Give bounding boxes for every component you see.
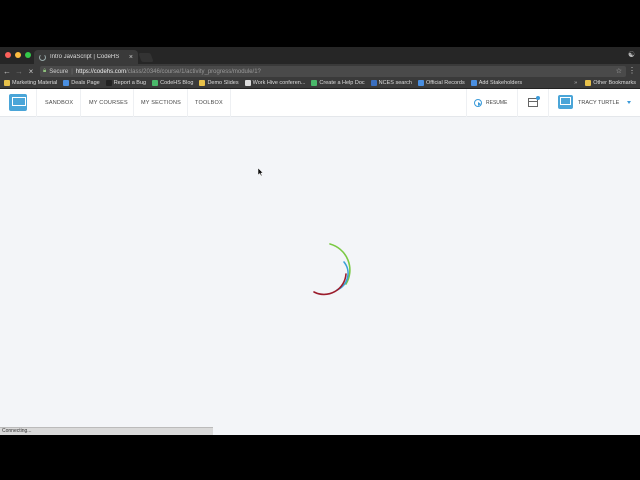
secure-label: Secure [49,68,69,75]
nav-toolbox[interactable]: TOOLBOX [195,89,223,117]
browser-tab[interactable]: Intro JavaScript | CodeHS × [34,50,138,64]
bookmark-item[interactable]: Demo Slides [199,80,239,86]
nav-my-sections[interactable]: MY SECTIONS [141,89,181,117]
window-controls [5,52,31,58]
chevron-right-icon[interactable]: » [574,80,577,86]
bookmark-favicon-icon [63,80,70,86]
nav-sandbox[interactable]: SANDBOX [45,89,73,117]
chevron-down-icon[interactable] [627,101,631,104]
loading-spinner [313,243,351,296]
nav-my-courses[interactable]: MY COURSES [89,89,128,117]
bookmarks-bar: Marketing Material Deals Page Report a Bug… [0,78,640,89]
bookmark-label: Add Stakeholders [478,80,523,86]
bookmark-label: Report a Bug [113,80,147,86]
browser-menu-icon[interactable]: ⋮ [628,66,636,75]
bookmark-item[interactable]: CodeHS Blog [152,80,193,86]
bookmark-item[interactable]: Create a Help Doc [311,80,365,86]
close-tab-icon[interactable]: × [129,54,133,61]
bookmark-item[interactable]: Marketing Material [4,80,57,86]
browser-window: Intro JavaScript | CodeHS × ☯ ← → × 🔒︎ S… [0,47,640,435]
url-path: /class/20346/course/1/activity_progress/… [126,68,261,75]
bookmark-label: Deals Page [71,80,100,86]
bookmark-item[interactable]: Add Stakeholders [470,80,523,86]
status-bubble: Connecting... [0,427,213,435]
avatar[interactable] [558,95,573,109]
bookmark-favicon-icon [470,80,477,86]
bookmark-item[interactable]: Official Records [417,80,465,86]
bookmark-favicon-icon [417,80,424,86]
codehs-logo[interactable] [9,94,27,111]
nav-divider [133,89,134,117]
folder-icon [585,80,592,86]
user-name[interactable]: TRACY TURTLE [578,89,619,117]
close-window-button[interactable] [5,52,11,58]
new-tab-button[interactable] [138,53,154,62]
bookmark-favicon-icon [199,80,206,86]
bookmark-item[interactable]: Work Hive conferen... [244,80,306,86]
url-input[interactable]: 🔒︎ Secure | https://codehs.com /class/20… [40,66,626,77]
bookmark-item[interactable]: Report a Bug [105,80,147,86]
minimize-window-button[interactable] [15,52,21,58]
bookmark-label: Work Hive conferen... [252,80,306,86]
tab-title: Intro JavaScript | CodeHS [50,54,120,60]
nav-divider [517,89,518,117]
nav-divider [80,89,81,117]
other-bookmarks-label: Other Bookmarks [593,80,636,86]
nav-divider [548,89,549,117]
bookmark-label: Demo Slides [207,80,239,86]
bookmark-star-icon[interactable]: ☆ [616,67,622,75]
resume-button[interactable]: RESUME [474,89,507,117]
other-bookmarks[interactable]: » Other Bookmarks [574,80,636,86]
nav-divider [230,89,231,117]
bookmark-item[interactable]: NCES search [370,80,412,86]
nav-divider [187,89,188,117]
nav-divider [466,89,467,117]
bookmark-favicon-icon [105,80,112,86]
bookmark-favicon-icon [244,80,251,86]
loading-icon [39,53,46,61]
address-toolbar: ← → × 🔒︎ Secure | https://codehs.com /cl… [0,64,640,78]
bookmark-label: NCES search [378,80,412,86]
profile-icon[interactable]: ☯ [628,50,635,59]
bookmark-label: Marketing Material [12,80,58,86]
bookmark-label: Create a Help Doc [319,80,365,86]
bookmark-favicon-icon [311,80,318,86]
bookmark-item[interactable]: Deals Page [63,80,100,86]
site-navbar: SANDBOX MY COURSES MY SECTIONS TOOLBOX R… [0,89,640,117]
resume-label: RESUME [486,100,508,106]
bookmark-favicon-icon [152,80,159,86]
notification-dot [536,96,540,100]
spinner-arc-red [313,273,347,296]
mouse-cursor-icon [258,168,264,177]
bookmark-label: CodeHS Blog [160,80,194,86]
url-host: https://codehs.com [75,68,127,75]
maximize-window-button[interactable] [25,52,31,58]
bookmark-label: Official Records [425,80,465,86]
lock-icon: 🔒︎ [43,68,47,74]
tab-bar: Intro JavaScript | CodeHS × ☯ [0,47,640,64]
play-icon [474,99,482,107]
bookmark-favicon-icon [4,80,10,86]
bookmark-favicon-icon [370,80,377,86]
nav-divider [36,89,37,117]
forward-icon[interactable]: → [14,67,24,76]
back-icon[interactable]: ← [2,67,12,76]
stop-icon[interactable]: × [26,67,36,76]
